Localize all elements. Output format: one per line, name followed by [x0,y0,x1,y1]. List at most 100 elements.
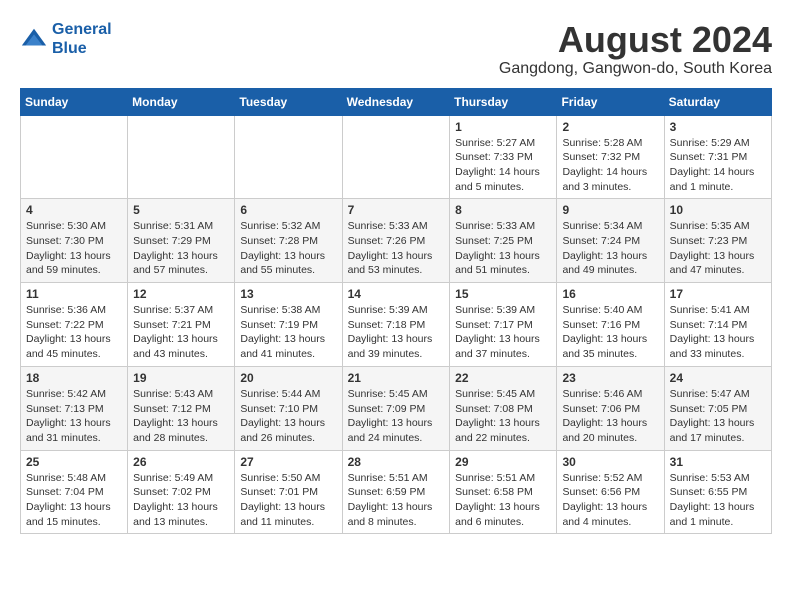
day-number: 15 [455,287,551,301]
logo: General Blue [20,20,112,58]
calendar-week-row: 4 Sunrise: 5:30 AM Sunset: 7:30 PM Daylig… [21,199,772,283]
calendar-cell: 10 Sunrise: 5:35 AM Sunset: 7:23 PM Dayli… [664,199,771,283]
calendar-cell: 25 Sunrise: 5:48 AM Sunset: 7:04 PM Dayli… [21,450,128,534]
day-info: Sunrise: 5:36 AM Sunset: 7:22 PM Dayligh… [26,303,122,362]
calendar-cell: 7Sunrise: 5:33 AM Sunset: 7:26 PM Daylig… [342,199,450,283]
day-number: 26 [133,455,229,469]
calendar-cell: 23Sunrise: 5:46 AM Sunset: 7:06 PM Dayli… [557,366,664,450]
day-number: 17 [670,287,766,301]
calendar-week-row: 11 Sunrise: 5:36 AM Sunset: 7:22 PM Dayli… [21,283,772,367]
day-number: 14 [348,287,445,301]
day-number: 20 [240,371,336,385]
calendar-cell: 18Sunrise: 5:42 AM Sunset: 7:13 PM Dayli… [21,366,128,450]
day-info: Sunrise: 5:44 AM Sunset: 7:10 PM Dayligh… [240,387,336,446]
day-info: Sunrise: 5:40 AM Sunset: 7:16 PM Dayligh… [562,303,658,362]
day-info: Sunrise: 5:37 AM Sunset: 7:21 PM Dayligh… [133,303,229,362]
calendar-cell: 2Sunrise: 5:28 AM Sunset: 7:32 PM Daylig… [557,115,664,199]
day-info: Sunrise: 5:43 AM Sunset: 7:12 PM Dayligh… [133,387,229,446]
day-info: Sunrise: 5:48 AM Sunset: 7:04 PM Dayligh… [26,471,122,530]
calendar-cell: 13 Sunrise: 5:38 AM Sunset: 7:19 PM Dayli… [235,283,342,367]
day-info: Sunrise: 5:41 AM Sunset: 7:14 PM Dayligh… [670,303,766,362]
calendar-cell: 6Sunrise: 5:32 AM Sunset: 7:28 PM Daylig… [235,199,342,283]
day-number: 29 [455,455,551,469]
calendar-cell: 21Sunrise: 5:45 AM Sunset: 7:09 PM Dayli… [342,366,450,450]
calendar-cell: 26 Sunrise: 5:49 AM Sunset: 7:02 PM Dayli… [128,450,235,534]
day-info: Sunrise: 5:51 AM Sunset: 6:59 PM Dayligh… [348,471,445,530]
calendar-cell: 3 Sunrise: 5:29 AM Sunset: 7:31 PM Daylig… [664,115,771,199]
day-number: 2 [562,120,658,134]
day-number: 18 [26,371,122,385]
calendar-cell: 28 Sunrise: 5:51 AM Sunset: 6:59 PM Dayli… [342,450,450,534]
day-number: 1 [455,120,551,134]
day-number: 25 [26,455,122,469]
day-info: Sunrise: 5:35 AM Sunset: 7:23 PM Dayligh… [670,219,766,278]
calendar-cell: 20 Sunrise: 5:44 AM Sunset: 7:10 PM Dayli… [235,366,342,450]
day-info: Sunrise: 5:27 AM Sunset: 7:33 PM Dayligh… [455,136,551,195]
day-number: 8 [455,203,551,217]
day-info: Sunrise: 5:31 AM Sunset: 7:29 PM Dayligh… [133,219,229,278]
calendar-cell: 14 Sunrise: 5:39 AM Sunset: 7:18 PM Dayli… [342,283,450,367]
calendar-cell [21,115,128,199]
calendar-table: SundayMondayTuesdayWednesdayThursdayFrid… [20,88,772,535]
day-number: 31 [670,455,766,469]
day-number: 21 [348,371,445,385]
calendar-cell: 31 Sunrise: 5:53 AM Sunset: 6:55 PM Dayli… [664,450,771,534]
calendar-header-row: SundayMondayTuesdayWednesdayThursdayFrid… [21,88,772,115]
calendar-cell: 24Sunrise: 5:47 AM Sunset: 7:05 PM Dayli… [664,366,771,450]
day-info: Sunrise: 5:50 AM Sunset: 7:01 PM Dayligh… [240,471,336,530]
day-info: Sunrise: 5:53 AM Sunset: 6:55 PM Dayligh… [670,471,766,530]
day-number: 27 [240,455,336,469]
day-number: 11 [26,287,122,301]
day-info: Sunrise: 5:49 AM Sunset: 7:02 PM Dayligh… [133,471,229,530]
page-header: General Blue August 2024 Gangdong, Gangw… [20,20,772,78]
day-info: Sunrise: 5:52 AM Sunset: 6:56 PM Dayligh… [562,471,658,530]
calendar-week-row: 18Sunrise: 5:42 AM Sunset: 7:13 PM Dayli… [21,366,772,450]
column-header-thursday: Thursday [450,88,557,115]
title-block: August 2024 Gangdong, Gangwon-do, South … [499,20,772,78]
day-number: 13 [240,287,336,301]
calendar-cell: 16 Sunrise: 5:40 AM Sunset: 7:16 PM Dayli… [557,283,664,367]
day-number: 19 [133,371,229,385]
day-info: Sunrise: 5:46 AM Sunset: 7:06 PM Dayligh… [562,387,658,446]
calendar-week-row: 25 Sunrise: 5:48 AM Sunset: 7:04 PM Dayli… [21,450,772,534]
day-number: 22 [455,371,551,385]
calendar-cell: 11 Sunrise: 5:36 AM Sunset: 7:22 PM Dayli… [21,283,128,367]
day-info: Sunrise: 5:39 AM Sunset: 7:18 PM Dayligh… [348,303,445,362]
calendar-cell: 12 Sunrise: 5:37 AM Sunset: 7:21 PM Dayli… [128,283,235,367]
calendar-cell: 22 Sunrise: 5:45 AM Sunset: 7:08 PM Dayli… [450,366,557,450]
day-number: 6 [240,203,336,217]
column-header-tuesday: Tuesday [235,88,342,115]
column-header-saturday: Saturday [664,88,771,115]
day-info: Sunrise: 5:29 AM Sunset: 7:31 PM Dayligh… [670,136,766,195]
day-info: Sunrise: 5:30 AM Sunset: 7:30 PM Dayligh… [26,219,122,278]
day-number: 30 [562,455,658,469]
day-number: 9 [562,203,658,217]
day-info: Sunrise: 5:33 AM Sunset: 7:26 PM Dayligh… [348,219,445,278]
calendar-cell: 4 Sunrise: 5:30 AM Sunset: 7:30 PM Daylig… [21,199,128,283]
day-number: 16 [562,287,658,301]
calendar-cell: 19 Sunrise: 5:43 AM Sunset: 7:12 PM Dayli… [128,366,235,450]
day-number: 28 [348,455,445,469]
location-subtitle: Gangdong, Gangwon-do, South Korea [499,60,772,78]
day-info: Sunrise: 5:47 AM Sunset: 7:05 PM Dayligh… [670,387,766,446]
calendar-cell: 8Sunrise: 5:33 AM Sunset: 7:25 PM Daylig… [450,199,557,283]
day-info: Sunrise: 5:39 AM Sunset: 7:17 PM Dayligh… [455,303,551,362]
calendar-cell: 27 Sunrise: 5:50 AM Sunset: 7:01 PM Dayli… [235,450,342,534]
calendar-week-row: 1 Sunrise: 5:27 AM Sunset: 7:33 PM Daylig… [21,115,772,199]
column-header-monday: Monday [128,88,235,115]
day-info: Sunrise: 5:38 AM Sunset: 7:19 PM Dayligh… [240,303,336,362]
calendar-cell: 1 Sunrise: 5:27 AM Sunset: 7:33 PM Daylig… [450,115,557,199]
day-number: 3 [670,120,766,134]
day-info: Sunrise: 5:51 AM Sunset: 6:58 PM Dayligh… [455,471,551,530]
calendar-cell: 17 Sunrise: 5:41 AM Sunset: 7:14 PM Dayli… [664,283,771,367]
calendar-cell: 5 Sunrise: 5:31 AM Sunset: 7:29 PM Daylig… [128,199,235,283]
day-number: 10 [670,203,766,217]
day-number: 4 [26,203,122,217]
day-info: Sunrise: 5:45 AM Sunset: 7:08 PM Dayligh… [455,387,551,446]
calendar-cell: 15 Sunrise: 5:39 AM Sunset: 7:17 PM Dayli… [450,283,557,367]
calendar-cell: 9Sunrise: 5:34 AM Sunset: 7:24 PM Daylig… [557,199,664,283]
logo-text: General Blue [52,20,112,58]
calendar-cell [235,115,342,199]
day-number: 5 [133,203,229,217]
day-number: 12 [133,287,229,301]
